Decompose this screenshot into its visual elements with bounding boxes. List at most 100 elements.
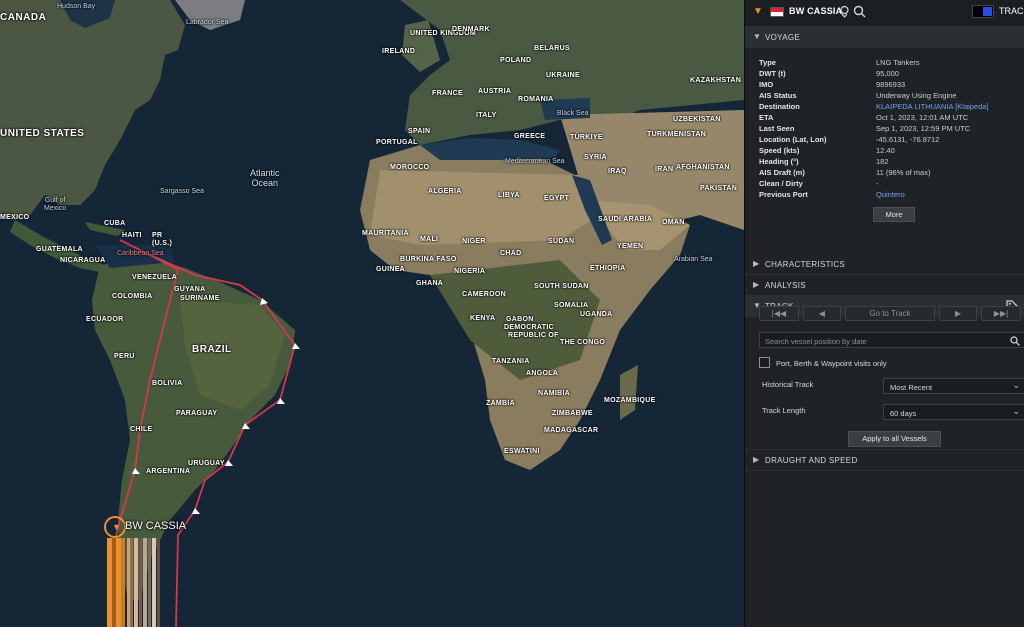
voyage-row-value: - [876,179,879,188]
voyage-row-value: 12.40 [876,146,895,155]
country-label: YEMEN [617,243,644,250]
country-label: MAURITANIA [362,230,409,237]
voyage-row: Heading (°) 182 [759,156,1024,167]
chevron-right-icon: ▶ [753,259,760,268]
section-title: DRAUGHT AND SPEED [765,456,858,465]
voyage-row-label: Speed (kts) [759,146,800,155]
go-to-track-button[interactable]: Go to Track [845,306,935,321]
voyage-row-label: Type [759,58,776,67]
track-length-label: Track Length [762,406,806,415]
voyage-row-value: -45.6131, -76.8712 [876,135,940,144]
vessel-panel: ▼ BW CASSIA TRACK ▼ VOYAGE Type LNG Tanke… [744,0,1024,627]
previous-position-button[interactable]: ◀ [803,306,841,321]
voyage-row: Speed (kts) 12.40 [759,145,1024,156]
section-voyage-header[interactable]: ▼ VOYAGE [745,27,1024,48]
sea-label: Labrador Sea [186,19,229,26]
country-label: FRANCE [432,90,463,97]
more-button[interactable]: More [873,207,915,222]
voyage-row-value[interactable]: KLAIPEDA LITHUANIA [Klaipeda] [876,101,989,112]
country-label: LIBYA [498,192,520,199]
country-label: UZBEKISTAN [673,116,721,123]
voyage-row: Destination KLAIPEDA LITHUANIA [Klaipeda] [759,101,1024,112]
country-label: MOZAMBIQUE [604,397,656,404]
sea-label: Sargasso Sea [160,188,204,195]
chevron-down-icon: ⌄ [1012,380,1020,390]
country-label: CHILE [130,426,153,433]
port-visits-checkbox[interactable] [759,357,770,368]
last-position-button[interactable]: ▶▶| [981,306,1021,321]
country-label: NIGERIA [454,268,486,275]
country-label: IRELAND [382,48,416,55]
section-analysis[interactable]: ▶ ANALYSIS [745,275,1024,296]
track-length-select[interactable]: 60 days ⌄ [883,404,1024,420]
country-label: BELARUS [534,45,570,52]
section-characteristics[interactable]: ▶ CHARACTERISTICS [745,254,1024,275]
voyage-row-value: 182 [876,157,889,166]
sea-label: Mediterranean Sea [505,158,565,165]
apply-all-vessels-button[interactable]: Apply to all Vessels [848,431,941,447]
country-label: GUINEA [376,266,406,273]
vessel-position-marker[interactable]: ▼ [104,516,126,538]
map-view[interactable]: CANADA UNITED STATES MEXICO CUBA HAITI PR (U.S… [0,0,744,627]
country-label: PORTUGAL [376,139,418,146]
country-label: IRAN [655,166,674,173]
country-label: GUYANA [174,286,206,293]
port-visits-label: Port, Berth & Waypoint visits only [776,359,887,368]
voyage-row-label: Previous Port [759,190,808,199]
country-label: ALGERIA [428,188,462,195]
search-icon[interactable] [853,5,866,18]
country-label: CUBA [104,220,126,227]
country-label: COLOMBIA [112,293,153,300]
chevron-down-icon: ⌄ [1012,406,1020,416]
voyage-row-value: Oct 1, 2023, 12:01 AM UTC [876,113,969,122]
track-toggle-label[interactable]: TRACK [999,6,1024,16]
chevron-right-icon: ▶ [753,455,760,464]
voyage-row-value: 11 (96% of max) [876,168,931,177]
voyage-row-value[interactable]: Quintero [876,189,905,200]
country-label: BOLIVIA [152,380,183,387]
voyage-row-value: Sep 1, 2023, 12:59 PM UTC [876,124,971,133]
sea-label: Arabian Sea [674,256,713,263]
voyage-row: Type LNG Tankers [759,57,1024,68]
country-label: SUDAN [548,238,575,245]
country-label: UGANDA [580,311,613,318]
country-label: BURKINA FASO [400,256,457,263]
country-label: ECUADOR [86,316,124,323]
sea-label: Atlantic Ocean [250,168,280,188]
voyage-row-value: 95,000 [876,69,899,78]
first-position-button[interactable]: |◀◀ [759,306,799,321]
sea-label: Hudson Bay [57,3,96,10]
vessel-map-label[interactable]: BW CASSIA [125,520,186,532]
date-search-input[interactable]: Search vessel position by date [759,332,1024,348]
country-label: GABON [506,316,534,323]
track-length-value: 60 days [890,409,917,418]
country-label: ARGENTINA [146,468,191,475]
voyage-row-value: Underway Using Engine [876,91,957,100]
track-color-swatch[interactable] [972,5,994,18]
voyage-row: ETA Oct 1, 2023, 12:01 AM UTC [759,112,1024,123]
voyage-row-label: AIS Draft (m) [759,168,805,177]
country-label: PERU [114,353,135,360]
chevron-right-icon: ▶ [753,280,760,289]
voyage-row-label: ETA [759,113,774,122]
next-position-button[interactable]: ▶ [939,306,977,321]
country-label: URUGUAY [188,460,225,467]
voyage-row: Previous Port Quintero [759,189,1024,200]
voyage-row-value: LNG Tankers [876,58,920,67]
search-icon [1010,336,1020,346]
country-label: SPAIN [408,128,431,135]
voyage-row: AIS Draft (m) 11 (96% of max) [759,167,1024,178]
collapse-chevron-icon[interactable]: ▼ [753,6,763,17]
country-label: CHAD [500,250,522,257]
country-label: SAUDI ARABIA [598,216,653,223]
search-placeholder: Search vessel position by date [765,337,867,346]
country-label: SOMALIA [554,302,589,309]
country-label: THE CONGO [560,339,606,346]
sea-label: Gulf of Mexico [44,197,67,212]
voyage-row: Clean / Dirty - [759,178,1024,189]
historical-track-select[interactable]: Most Recent ⌄ [883,378,1024,394]
ship-icon[interactable] [839,5,850,18]
section-draught-speed[interactable]: ▶ DRAUGHT AND SPEED [745,449,1024,471]
voyage-row: DWT (t) 95,000 [759,68,1024,79]
country-label: EGYPT [544,195,570,202]
